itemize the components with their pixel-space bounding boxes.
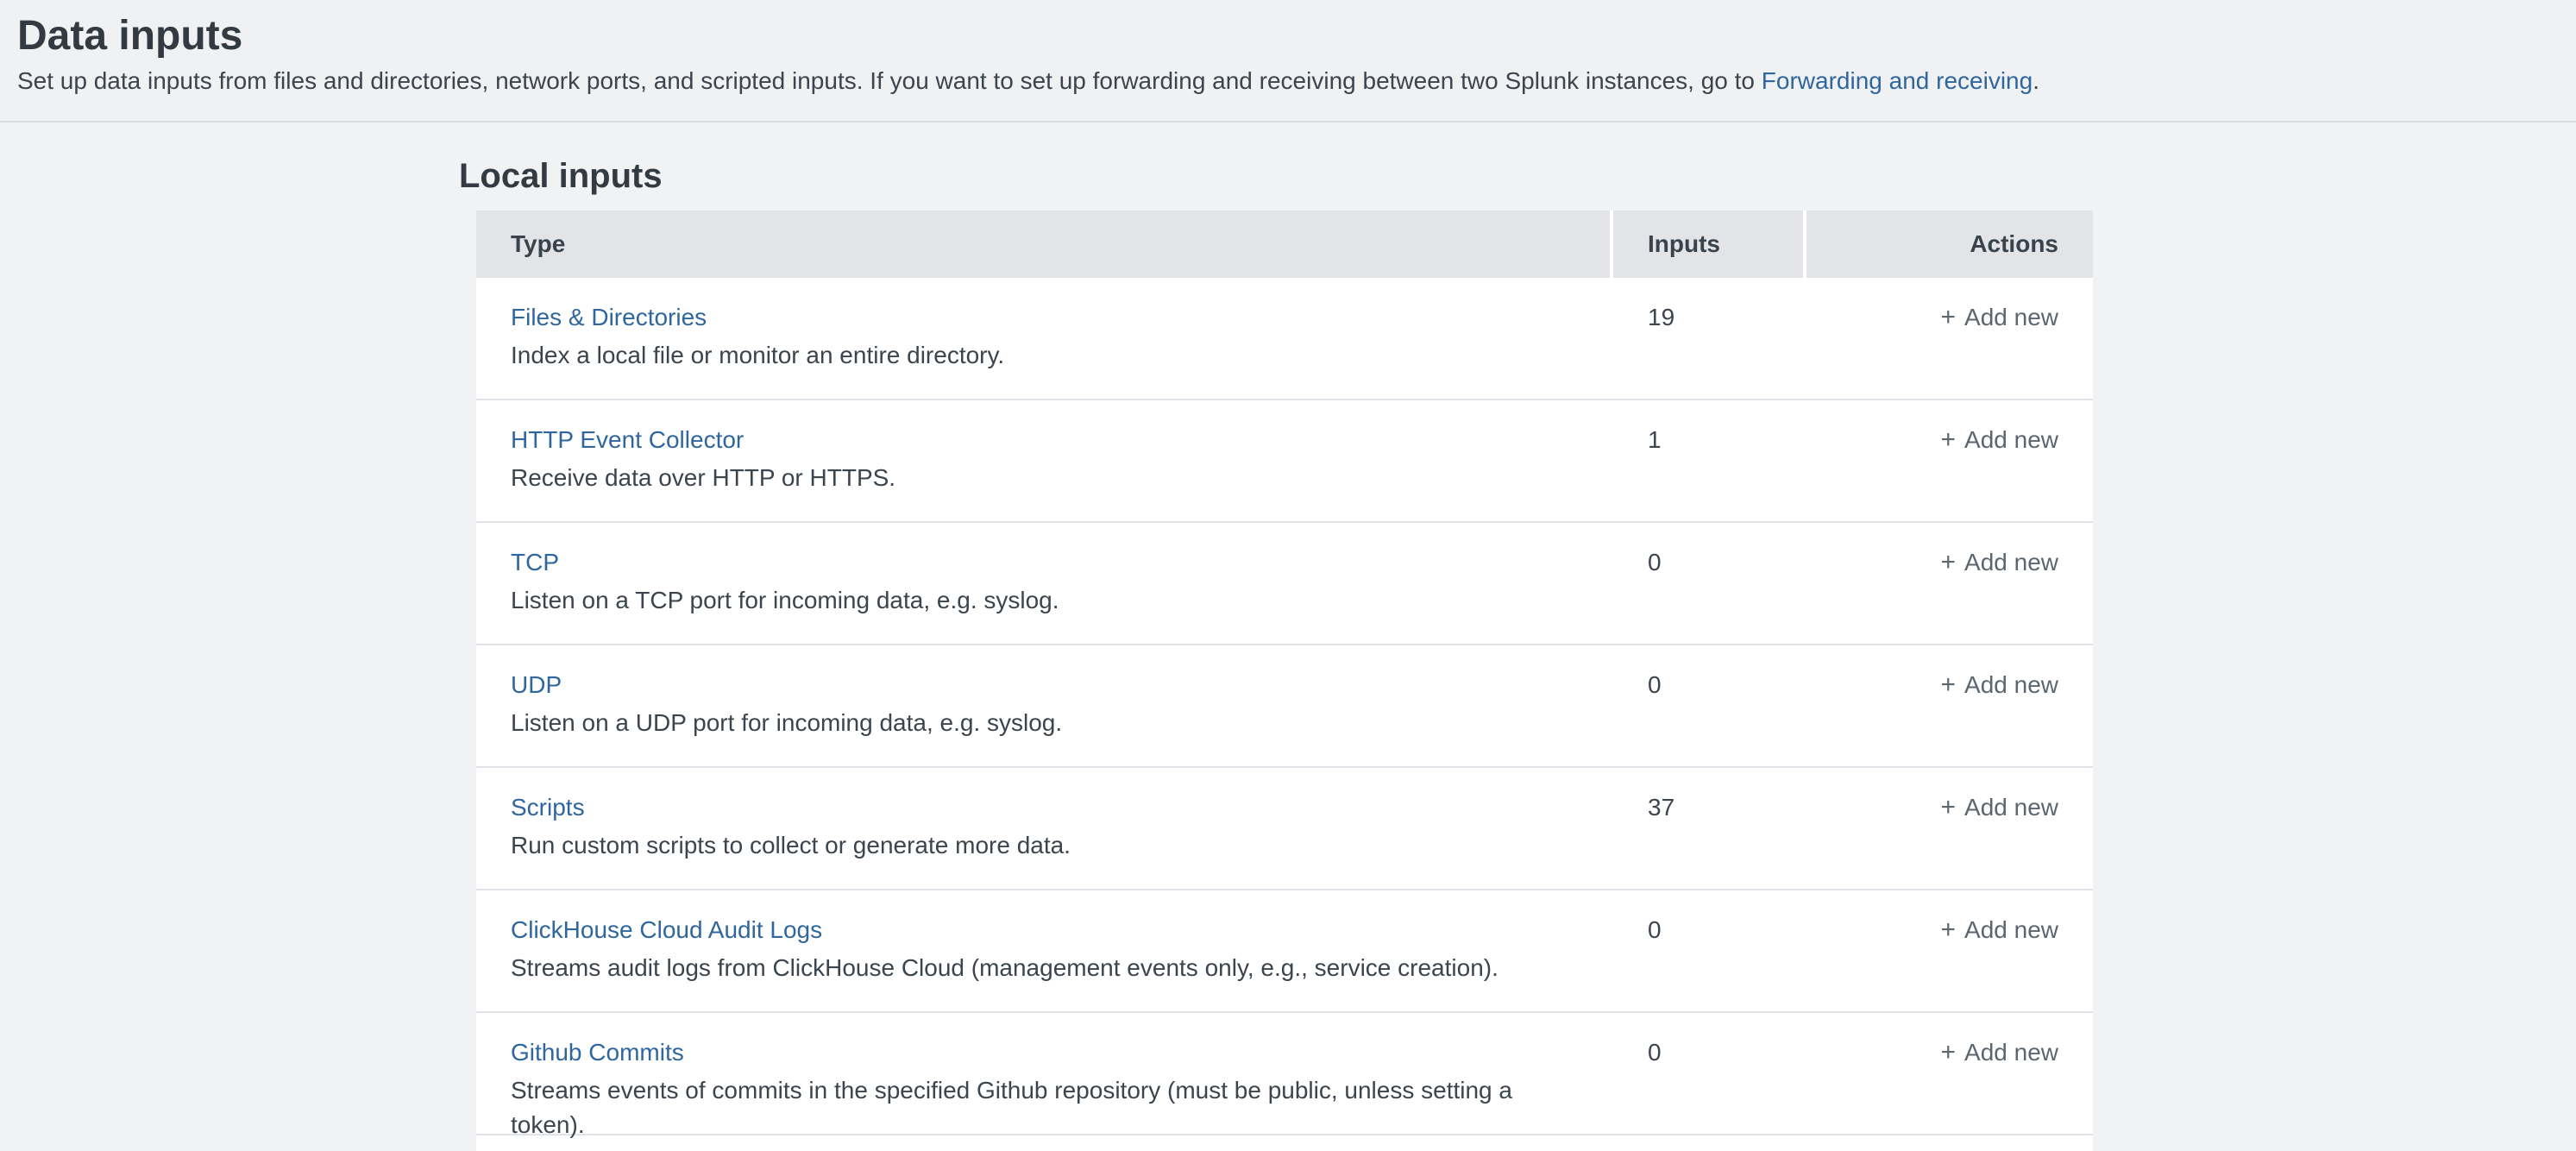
input-type-description: Index a local file or monitor an entire … (511, 338, 1579, 373)
plus-icon: + (1941, 790, 1957, 825)
add-new-label: Add new (1964, 426, 2058, 453)
input-type-description: Receive data over HTTP or HTTPS. (511, 461, 1579, 495)
input-type-link[interactable]: TCP (511, 545, 559, 580)
column-header-actions: Actions (1806, 211, 2093, 278)
plus-icon: + (1941, 300, 1957, 335)
page-subtitle-text: Set up data inputs from files and direct… (17, 67, 1762, 94)
add-new-link[interactable]: +Add new (1941, 794, 2059, 821)
actions-cell: + Add new (1806, 890, 2093, 1011)
table-body: Files & Directories Index a local file o… (476, 278, 2093, 1135)
plus-icon: + (1941, 913, 1957, 947)
type-cell: TCP Listen on a TCP port for incoming da… (476, 523, 1613, 644)
inputs-count-cell: 0 (1613, 523, 1806, 644)
add-new-link[interactable]: +Add new (1941, 304, 2059, 330)
page-subtitle-period: . (2033, 67, 2039, 94)
add-new-label: Add new (1964, 1039, 2058, 1066)
table-header-row: Type Inputs Actions (476, 211, 2093, 278)
plus-icon: + (1941, 545, 1957, 580)
type-cell: Files & Directories Index a local file o… (476, 278, 1613, 399)
local-inputs-table: Type Inputs Actions Files & Directories … (476, 211, 2093, 1151)
page-header: Data inputs Set up data inputs from file… (0, 0, 2576, 123)
input-type-description: Streams audit logs from ClickHouse Cloud… (511, 951, 1579, 985)
actions-cell: + Add new (1806, 278, 2093, 399)
type-cell: HTTP Event Collector Receive data over H… (476, 400, 1613, 521)
actions-cell: + Add new (1806, 1013, 2093, 1134)
input-type-link[interactable]: Files & Directories (511, 300, 707, 335)
input-type-link[interactable]: Scripts (511, 790, 585, 825)
actions-cell: + Add new (1806, 645, 2093, 766)
add-new-link[interactable]: +Add new (1941, 549, 2059, 576)
actions-cell: + Add new (1806, 523, 2093, 644)
add-new-link[interactable]: +Add new (1941, 426, 2059, 453)
input-type-link[interactable]: UDP (511, 668, 562, 702)
input-type-description: Listen on a TCP port for incoming data, … (511, 583, 1579, 618)
inputs-count-cell: 0 (1613, 890, 1806, 1011)
input-type-description: Streams events of commits in the specifi… (511, 1073, 1579, 1142)
content-area: Local inputs Type Inputs Actions Files &… (0, 155, 2576, 1151)
column-header-type: Type (476, 211, 1610, 278)
plus-icon: + (1941, 1035, 1957, 1070)
page-subtitle: Set up data inputs from files and direct… (17, 66, 2576, 97)
input-type-link[interactable]: Github Commits (511, 1035, 684, 1070)
input-type-description: Listen on a UDP port for incoming data, … (511, 706, 1579, 740)
page-title: Data inputs (17, 12, 2576, 60)
add-new-label: Add new (1964, 671, 2058, 698)
input-type-description: Run custom scripts to collect or generat… (511, 828, 1579, 863)
add-new-label: Add new (1964, 549, 2058, 576)
table-row: Scripts Run custom scripts to collect or… (476, 768, 2093, 890)
actions-cell: + Add new (1806, 768, 2093, 889)
input-type-link[interactable]: ClickHouse Cloud Audit Logs (511, 913, 822, 947)
table-row: ClickHouse Cloud Audit Logs Streams audi… (476, 890, 2093, 1013)
plus-icon: + (1941, 668, 1957, 702)
section-title: Local inputs (459, 155, 2576, 197)
inputs-count-cell: 1 (1613, 400, 1806, 521)
type-cell: Scripts Run custom scripts to collect or… (476, 768, 1613, 889)
plus-icon: + (1941, 423, 1957, 457)
type-cell: UDP Listen on a UDP port for incoming da… (476, 645, 1613, 766)
table-row: UDP Listen on a UDP port for incoming da… (476, 645, 2093, 768)
inputs-count-cell: 0 (1613, 645, 1806, 766)
inputs-count-cell: 19 (1613, 278, 1806, 399)
data-inputs-page: Data inputs Set up data inputs from file… (0, 0, 2576, 1151)
actions-cell: + Add new (1806, 400, 2093, 521)
table-row: TCP Listen on a TCP port for incoming da… (476, 523, 2093, 645)
add-new-label: Add new (1964, 794, 2058, 821)
add-new-link[interactable]: +Add new (1941, 916, 2059, 943)
table-row: Github Commits Streams events of commits… (476, 1013, 2093, 1135)
type-cell: ClickHouse Cloud Audit Logs Streams audi… (476, 890, 1613, 1011)
add-new-link[interactable]: +Add new (1941, 1039, 2059, 1066)
add-new-label: Add new (1964, 304, 2058, 330)
table-row: HTTP Event Collector Receive data over H… (476, 400, 2093, 523)
input-type-link[interactable]: HTTP Event Collector (511, 423, 744, 457)
type-cell: Github Commits Streams events of commits… (476, 1013, 1613, 1134)
add-new-link[interactable]: +Add new (1941, 671, 2059, 698)
add-new-label: Add new (1964, 916, 2058, 943)
column-header-inputs: Inputs (1613, 211, 1803, 278)
table-row: Files & Directories Index a local file o… (476, 278, 2093, 400)
forwarding-and-receiving-link[interactable]: Forwarding and receiving (1762, 67, 2033, 94)
inputs-count-cell: 0 (1613, 1013, 1806, 1134)
inputs-count-cell: 37 (1613, 768, 1806, 889)
